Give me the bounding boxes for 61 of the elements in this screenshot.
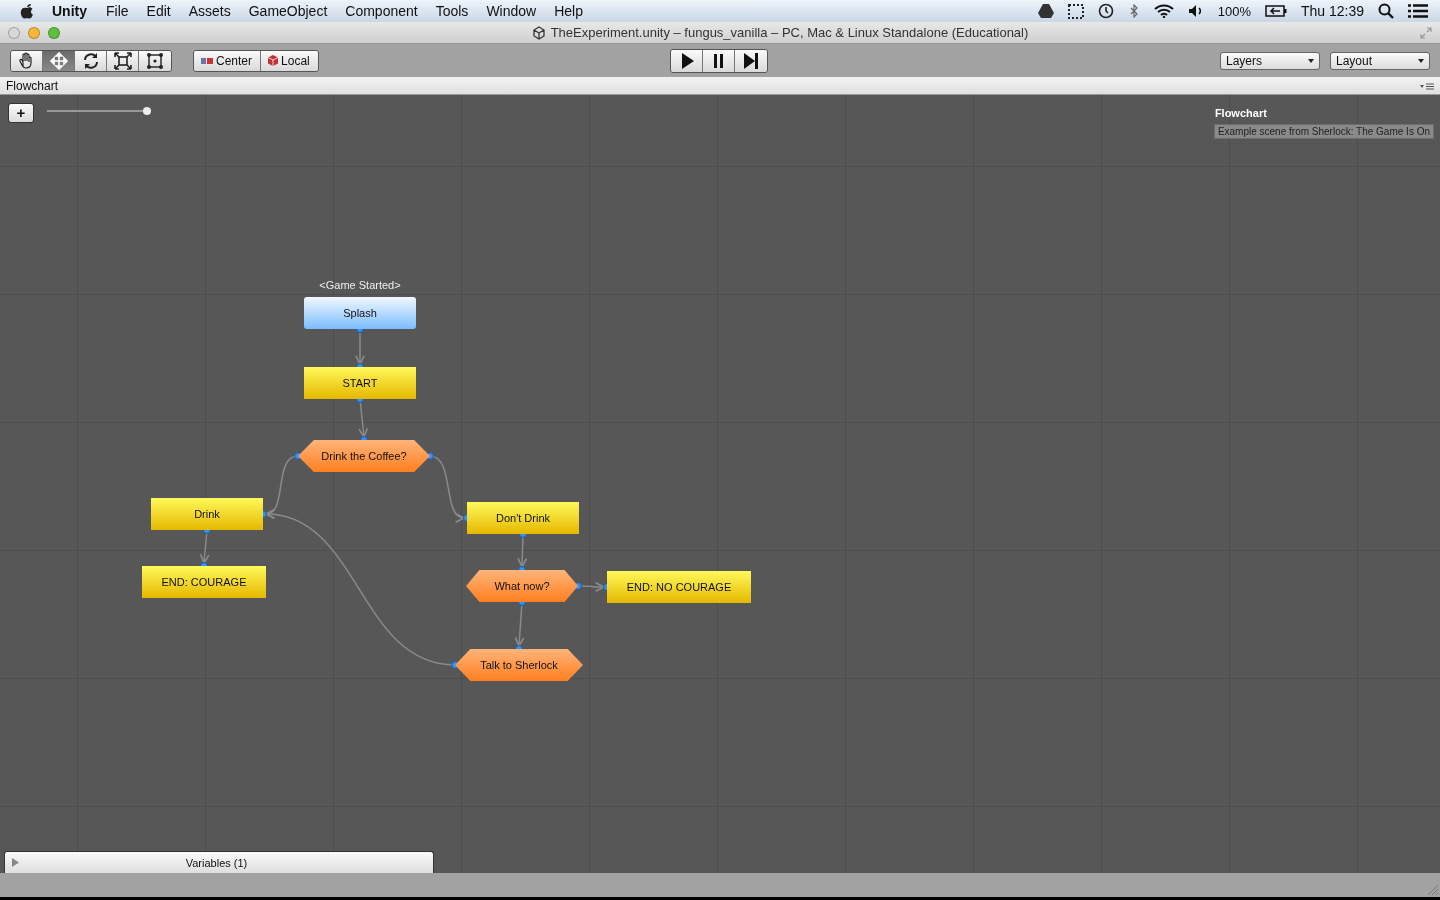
space-toggle[interactable]: Local: [261, 50, 318, 71]
app-menu[interactable]: Unity: [34, 3, 97, 19]
branch-node[interactable]: Drink the Coffee?: [298, 440, 430, 472]
window-tab[interactable]: Flowchart: [6, 78, 58, 93]
block-node[interactable]: START: [304, 367, 416, 399]
block-node[interactable]: Don't Drink: [467, 502, 579, 534]
menu-item[interactable]: Tools: [426, 3, 478, 19]
step-button[interactable]: [735, 50, 767, 72]
menu-item[interactable]: Edit: [137, 3, 180, 19]
variables-panel-header[interactable]: Variables (1): [4, 851, 434, 873]
collapsed-triangle-icon[interactable]: [11, 858, 20, 867]
cube-logo-icon: [531, 25, 546, 40]
drive-icon[interactable]: [1037, 4, 1054, 18]
volume-icon[interactable]: [1187, 4, 1204, 18]
scale-icon: [113, 51, 132, 70]
menu-item[interactable]: Help: [545, 3, 592, 19]
rotate-tool-button[interactable]: [75, 50, 107, 71]
branch-node[interactable]: What now?: [466, 570, 578, 602]
menu-item[interactable]: File: [97, 3, 138, 19]
variables-label: Variables (1): [184, 856, 249, 869]
rotate-icon: [81, 51, 100, 70]
list-icon[interactable]: [1408, 4, 1428, 18]
dropdown[interactable]: Layers: [1220, 51, 1320, 70]
event-label: <Game Started>: [318, 279, 402, 291]
menu-item[interactable]: GameObject: [239, 3, 337, 19]
block-node[interactable]: END: COURAGE: [142, 566, 266, 598]
tab-menu-icon[interactable]: [1420, 81, 1434, 90]
search-icon[interactable]: [1378, 3, 1394, 19]
flowchart-title: Flowchart: [1213, 107, 1267, 119]
event-node[interactable]: Splash: [304, 297, 416, 329]
pivot-toggle[interactable]: Center: [194, 50, 262, 71]
pivot-icon: [201, 56, 213, 65]
window-title: TheExperiment.unity – fungus_vanilla – PC, Mac & Linux Standalone (Educational): [550, 25, 1029, 40]
rect-icon: [146, 51, 164, 70]
menu-item[interactable]: Window: [477, 3, 546, 19]
wifi-icon[interactable]: [1153, 4, 1174, 18]
dropdown[interactable]: Layout: [1330, 51, 1430, 70]
apple-logo-icon[interactable]: [20, 3, 34, 19]
step-icon: [741, 51, 761, 71]
flowchart-description: Example scene from Sherlock: The Game Is On: [1213, 124, 1434, 139]
resize-grip-icon[interactable]: [1428, 885, 1438, 895]
menu-item[interactable]: Assets: [179, 3, 240, 19]
battery-percentage: 100%: [1217, 3, 1251, 19]
play-button[interactable]: [671, 50, 703, 72]
zoom-icon[interactable]: [48, 26, 60, 39]
clock[interactable]: Thu 12:39: [1300, 3, 1364, 19]
pause-button[interactable]: [703, 50, 735, 72]
block-node[interactable]: END: NO COURAGE: [607, 571, 751, 603]
move-icon: [49, 51, 68, 70]
history-clock-icon[interactable]: [1097, 3, 1114, 19]
branch-node[interactable]: Talk to Sherlock: [455, 649, 583, 681]
hand-tool-button[interactable]: [11, 50, 43, 71]
rect-tool-button[interactable]: [139, 50, 171, 71]
cube-icon: [268, 55, 279, 66]
block-node[interactable]: Drink: [151, 498, 263, 530]
selection-icon[interactable]: [1067, 3, 1084, 19]
menu-item[interactable]: Component: [336, 3, 427, 19]
move-tool-button[interactable]: [43, 50, 75, 71]
scale-tool-button[interactable]: [107, 50, 139, 71]
battery-icon[interactable]: [1264, 5, 1287, 17]
add-block-button[interactable]: +: [8, 103, 34, 123]
